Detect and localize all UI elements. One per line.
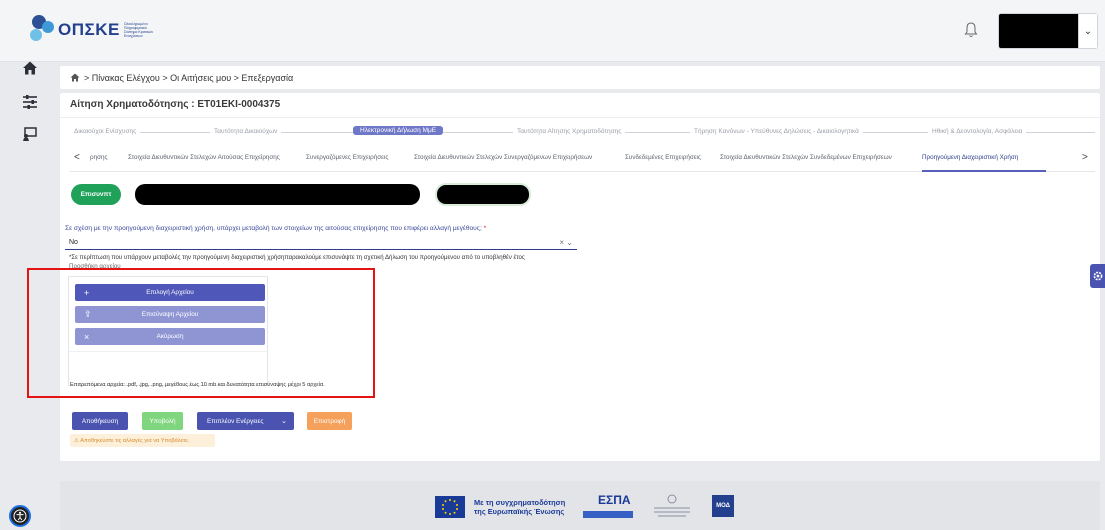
home-icon[interactable]: [22, 60, 38, 76]
tab-linked-executives[interactable]: Στοιχεία Διευθυντικών Στελεχών Συνδεδεμέ…: [720, 154, 892, 161]
top-bar: ΟΠΣΚΕ Ολοκληρωμένο Πληροφοριακό Σύστημα …: [0, 0, 1105, 62]
size-change-select[interactable]: Νο × ⌄: [65, 236, 577, 250]
question-text: Σε σχέση με την προηγούμενη διαχειριστικ…: [65, 225, 482, 232]
accessibility-button[interactable]: [9, 505, 31, 527]
eu-flag-icon: [435, 496, 465, 518]
presentation-icon[interactable]: [22, 126, 38, 142]
chevron-down-icon[interactable]: ⌄: [1078, 14, 1097, 48]
attachments-pill[interactable]: Επισυνπτ: [71, 184, 121, 205]
logo-mark-icon: [28, 13, 62, 47]
user-menu[interactable]: ⌄: [998, 13, 1098, 49]
step-rules-declarations[interactable]: Τήρηση Κανόνων - Υπεύθυνες Δηλώσεις - Δι…: [690, 128, 863, 135]
app-logo[interactable]: ΟΠΣΚΕ Ολοκληρωμένο Πληροφοριακό Σύστημα …: [28, 12, 160, 48]
back-button[interactable]: Επιστροφή: [307, 412, 352, 430]
sliders-icon[interactable]: [22, 94, 38, 110]
eu-cofunding-text: Με τη συγχρηματοδότηση της Ευρωπαϊκής Έν…: [474, 498, 565, 516]
hint-text: *Σε περίπτωση που υπάρχουν μεταβολές την…: [69, 254, 525, 261]
sub-tabs: < ρησης Στοιχεία Διευθυντικών Στελεχών Α…: [70, 148, 1095, 172]
greek-emblem-icon: [654, 494, 690, 517]
step-beneficiary-identity[interactable]: Ταυτότητα Δικαιούχων: [210, 128, 282, 135]
tab-company[interactable]: ρησης: [90, 154, 108, 161]
moda-logo: ΜΟΔ: [712, 495, 734, 517]
save-button[interactable]: Αποθήκευση: [72, 412, 128, 430]
step-beneficiaries[interactable]: Δικαιούχοι Ενίσχυσης: [70, 128, 141, 135]
divider: [60, 117, 1100, 118]
chevron-down-icon: ⌄: [281, 418, 287, 425]
logo-subtext: Ολοκληρωμένο Πληροφοριακό Σύστημα Κρατικ…: [123, 22, 154, 38]
highlight-frame: [27, 268, 375, 398]
active-tab-indicator: [922, 170, 1046, 172]
chevron-left-icon[interactable]: <: [74, 152, 80, 163]
step-ethics-security[interactable]: Ηθική & Δεοντολογία, Ασφάλεια: [928, 128, 1027, 135]
eu-text-line-1: Με τη συγχρηματοδότηση: [474, 498, 566, 507]
eu-text-line-2: της Ευρωπαϊκής Ένωσης: [474, 507, 565, 516]
select-value: Νο: [69, 239, 78, 246]
bell-icon[interactable]: [964, 22, 978, 38]
more-actions-label: Επιπλέον Ενέργειες: [207, 417, 264, 425]
redacted-pill: [135, 184, 420, 205]
step-sme-declaration[interactable]: Ηλεκτρονική Δήλωση ΜμΕ: [353, 126, 444, 135]
home-small-icon[interactable]: [70, 73, 80, 82]
page-title: Αίτηση Χρηματοδότησης : ΕΤ01ΕΚΙ-0004375: [70, 99, 281, 110]
required-mark: *: [481, 225, 487, 232]
footer: Με τη συγχρηματοδότηση της Ευρωπαϊκής Έν…: [60, 481, 1100, 530]
settings-gear-tab[interactable]: [1090, 264, 1105, 288]
redacted-pill-2: [435, 183, 531, 206]
more-actions-button[interactable]: Επιπλέον Ενέργειες ⌄: [197, 412, 294, 430]
espa-bar: [583, 511, 633, 518]
save-warning: ⚠ Αποθηκεύστε τις αλλαγές για να Υποβάλε…: [70, 434, 215, 447]
tab-previous-fiscal-year[interactable]: Προηγούμενη Διαχειριστική Χρήση: [922, 154, 1018, 161]
espa-logo: ΕΣΠΑ: [598, 493, 631, 507]
breadcrumb: > Πίνακας Ελέγχου > Οι Αιτήσεις μου > Επ…: [60, 66, 1100, 89]
step-application-identity[interactable]: Ταυτότητα Αίτησης Χρηματοδότησης: [513, 128, 626, 135]
question-label: Σε σχέση με την προηγούμενη διαχειριστικ…: [65, 225, 486, 232]
breadcrumb-text[interactable]: > Πίνακας Ελέγχου > Οι Αιτήσεις μου > Επ…: [84, 73, 293, 83]
stepper: Δικαιούχοι Ενίσχυσης Ταυτότητα Δικαιούχω…: [70, 126, 1095, 140]
accessibility-icon: [13, 509, 27, 523]
chevron-right-icon[interactable]: >: [1082, 152, 1088, 163]
logo-text: ΟΠΣΚΕ: [58, 20, 120, 39]
tab-linked-companies[interactable]: Συνδεδεμένες Επιχειρήσεις: [625, 154, 701, 161]
tab-partner-companies[interactable]: Συνεργαζόμενες Επιχειρήσεις: [306, 154, 388, 161]
gear-icon: [1093, 271, 1102, 281]
tab-applicant-executives[interactable]: Στοιχεία Διευθυντικών Στελεχών Αιτούσας …: [128, 154, 280, 161]
clear-and-chevron-icon[interactable]: × ⌄: [559, 238, 573, 247]
submit-button[interactable]: Υποβολή: [142, 412, 183, 430]
tab-partner-executives[interactable]: Στοιχεία Διευθυντικών Στελεχών Συνεργαζό…: [414, 154, 592, 161]
